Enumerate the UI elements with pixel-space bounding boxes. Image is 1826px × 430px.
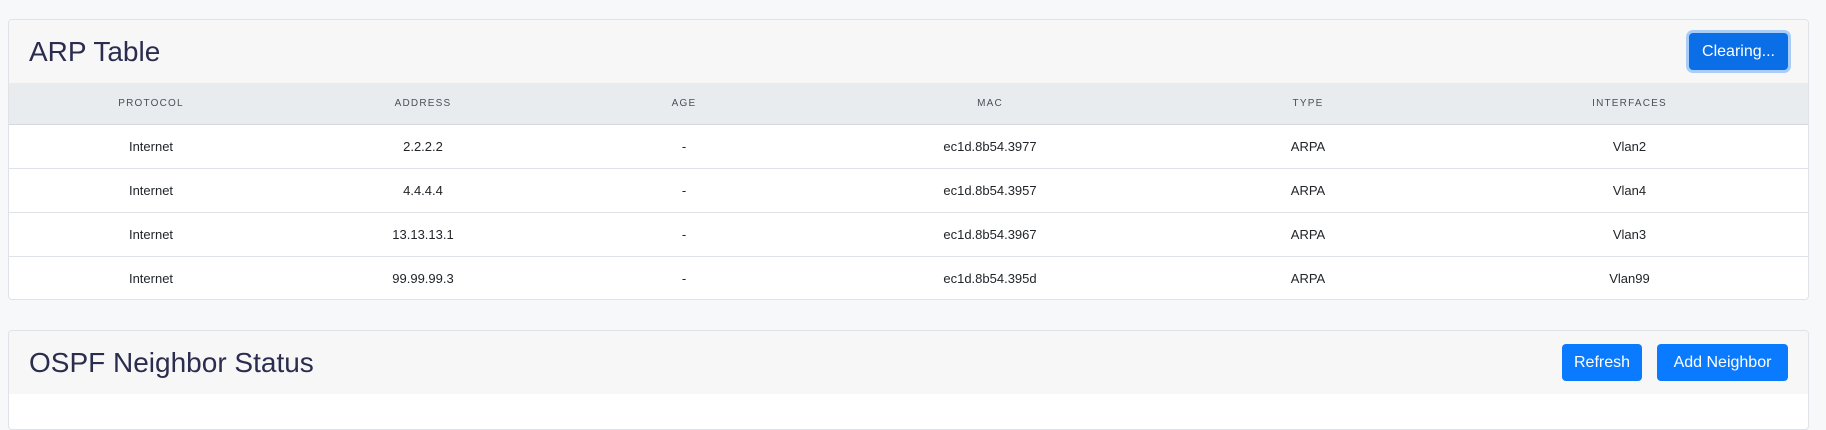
cell-type: ARPA bbox=[1165, 211, 1451, 256]
cell-mac: ec1d.8b54.3957 bbox=[815, 167, 1165, 212]
cell-address: 13.13.13.1 bbox=[293, 211, 553, 256]
ospf-actions: Refresh Add Neighbor bbox=[1562, 344, 1788, 381]
table-row: Internet 2.2.2.2 - ec1d.8b54.3977 ARPA V… bbox=[9, 124, 1808, 168]
cell-age: - bbox=[553, 167, 815, 212]
cell-protocol: Internet bbox=[9, 255, 293, 299]
ospf-card-title: OSPF Neighbor Status bbox=[29, 346, 314, 378]
arp-card-header: ARP Table Clearing... bbox=[9, 20, 1808, 83]
cell-interface: Vlan3 bbox=[1451, 211, 1808, 256]
add-neighbor-button[interactable]: Add Neighbor bbox=[1657, 344, 1788, 381]
cell-mac: ec1d.8b54.3967 bbox=[815, 211, 1165, 256]
cell-age: - bbox=[553, 211, 815, 256]
arp-table-header-row: PROTOCOL ADDRESS AGE MAC TYPE INTERFACES bbox=[9, 83, 1808, 125]
cell-address: 99.99.99.3 bbox=[293, 255, 553, 299]
cell-mac: ec1d.8b54.3977 bbox=[943, 138, 1037, 154]
cell-interface: Vlan99 bbox=[1451, 255, 1808, 299]
cell-interface: Vlan4 bbox=[1451, 167, 1808, 212]
cell-protocol: Internet bbox=[128, 138, 174, 154]
col-header-mac: MAC bbox=[815, 83, 1165, 125]
clear-arp-button[interactable]: Clearing... bbox=[1689, 33, 1788, 70]
cell-address: 2.2.2.2 bbox=[403, 138, 443, 154]
cell-age: - bbox=[681, 138, 687, 154]
cell-type: ARPA bbox=[1165, 255, 1451, 299]
cell-age: - bbox=[553, 255, 815, 299]
arp-table-card: ARP Table Clearing... PROTOCOL ADDRESS A… bbox=[8, 19, 1809, 300]
col-header-age: AGE bbox=[553, 83, 815, 125]
cell-protocol: Internet bbox=[9, 211, 293, 256]
table-row: Internet 99.99.99.3 - ec1d.8b54.395d ARP… bbox=[9, 255, 1808, 299]
ospf-neighbor-card: OSPF Neighbor Status Refresh Add Neighbo… bbox=[8, 330, 1809, 430]
col-header-address: ADDRESS bbox=[293, 83, 553, 125]
arp-card-title: ARP Table bbox=[29, 35, 161, 67]
arp-table: PROTOCOL ADDRESS AGE MAC TYPE INTERFACES… bbox=[9, 83, 1808, 299]
table-row: Internet 13.13.13.1 - ec1d.8b54.3967 ARP… bbox=[9, 211, 1808, 256]
cell-protocol: Internet bbox=[9, 167, 293, 212]
ospf-card-header: OSPF Neighbor Status Refresh Add Neighbo… bbox=[9, 331, 1808, 394]
table-row: Internet 4.4.4.4 - ec1d.8b54.3957 ARPA V… bbox=[9, 167, 1808, 212]
col-header-type: TYPE bbox=[1165, 83, 1451, 125]
cell-address: 4.4.4.4 bbox=[293, 167, 553, 212]
refresh-button[interactable]: Refresh bbox=[1562, 344, 1642, 381]
col-header-protocol: PROTOCOL bbox=[9, 83, 293, 125]
cell-interface: Vlan2 bbox=[1612, 138, 1647, 154]
cell-type: ARPA bbox=[1290, 138, 1326, 154]
col-header-interfaces: INTERFACES bbox=[1451, 83, 1808, 125]
cell-type: ARPA bbox=[1165, 167, 1451, 212]
cell-mac: ec1d.8b54.395d bbox=[815, 255, 1165, 299]
